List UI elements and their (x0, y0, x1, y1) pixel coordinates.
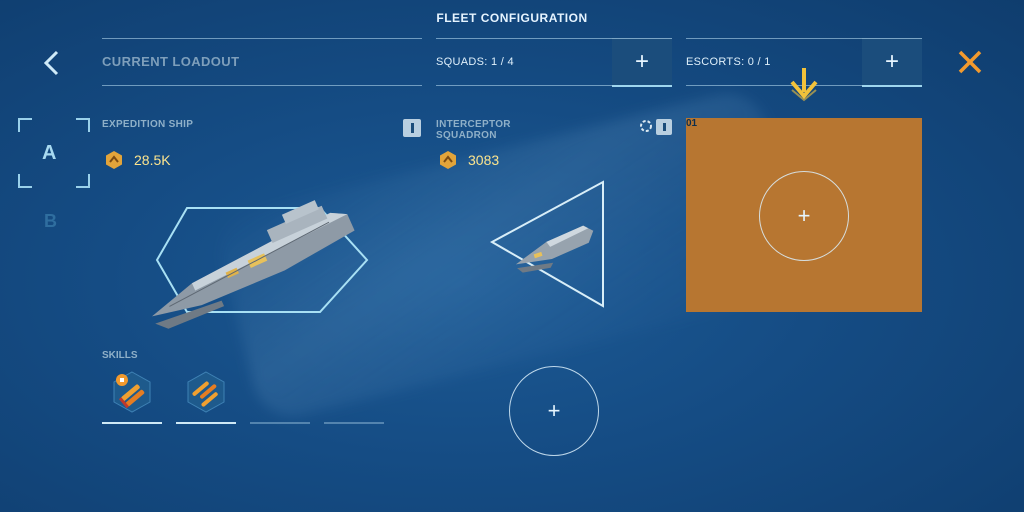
add-escort-button[interactable]: + (862, 38, 922, 87)
escort-slot-number: 01 (686, 118, 698, 129)
skill-slot-2-indicator (176, 422, 236, 424)
skill-slot-1-indicator (102, 422, 162, 424)
chevron-left-icon (43, 50, 59, 76)
interceptor-label-line1: INTERCEPTOR (436, 119, 511, 130)
interceptor-cost-value: 3083 (468, 152, 500, 168)
current-loadout-label: CURRENT LOADOUT (102, 54, 240, 69)
resource-coin-icon (106, 151, 122, 169)
add-squad-slot-button[interactable]: + (509, 366, 599, 456)
info-button[interactable] (403, 119, 421, 137)
interceptor-label-line2: SQUADRON (436, 130, 497, 141)
divider (102, 38, 422, 39)
back-button[interactable] (36, 46, 66, 80)
info-button[interactable] (656, 119, 672, 135)
expedition-cost-value: 28.5K (134, 152, 171, 168)
close-button[interactable] (952, 44, 988, 80)
escorts-count: ESCORTS: 0 / 1 (686, 56, 771, 68)
interceptor-label: INTERCEPTOR SQUADRON (436, 119, 511, 141)
arrow-down-icon (790, 68, 818, 102)
add-squad-button[interactable]: + (612, 38, 672, 87)
loadout-slot-b[interactable]: B (44, 211, 57, 232)
escort-slot[interactable]: 01 + (686, 118, 922, 312)
missile-barrage-icon[interactable] (110, 370, 154, 414)
expedition-ship-model[interactable] (130, 190, 380, 335)
divider (436, 38, 612, 39)
skills-label: SKILLS (102, 350, 138, 361)
skill-slot-3-indicator (250, 422, 310, 424)
add-escort-slot-button[interactable]: + (759, 171, 849, 261)
divider (686, 38, 862, 39)
divider (686, 85, 862, 86)
expedition-cost: 28.5K (104, 150, 171, 170)
close-icon (958, 50, 982, 74)
interceptor-cost: 3083 (438, 150, 499, 170)
missile-swarm-icon[interactable] (184, 370, 228, 414)
refresh-icon[interactable] (639, 119, 653, 133)
page-title: FLEET CONFIGURATION (436, 11, 588, 25)
divider (436, 85, 612, 86)
loadout-slot-a-label: A (42, 142, 57, 164)
expedition-ship-label: EXPEDITION SHIP (102, 119, 194, 130)
skill-slot-4-indicator (324, 422, 384, 424)
squads-count: SQUADS: 1 / 4 (436, 56, 514, 68)
resource-coin-icon (440, 151, 456, 169)
interceptor-model[interactable] (488, 178, 608, 310)
divider (102, 85, 422, 86)
